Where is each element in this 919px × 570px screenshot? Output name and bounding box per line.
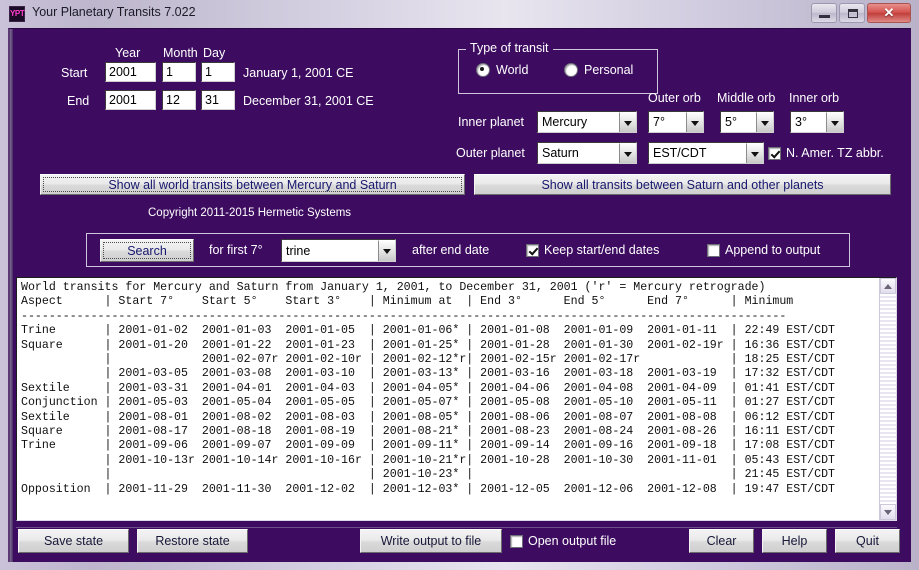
chevron-down-icon[interactable] xyxy=(686,112,703,132)
inner-planet-select[interactable]: Mercury xyxy=(537,111,637,133)
outer-planet-label: Outer planet xyxy=(456,146,525,160)
application-window: YPT Your Planetary Transits 7.022 ✕ Year… xyxy=(0,0,919,570)
scroll-down-icon[interactable] xyxy=(880,504,896,520)
start-date-text: January 1, 2001 CE xyxy=(243,66,354,80)
window-controls: ✕ xyxy=(811,3,911,23)
inner-orb-label: Inner orb xyxy=(789,91,840,105)
start-month-input[interactable] xyxy=(162,62,196,82)
help-button[interactable]: Help xyxy=(762,529,827,553)
inner-planet-label: Inner planet xyxy=(458,115,525,129)
show-world-transits-button[interactable]: Show all world transits between Mercury … xyxy=(40,174,465,195)
minimize-button[interactable] xyxy=(811,3,837,23)
inner-planet-value: Mercury xyxy=(542,115,588,129)
start-day-input[interactable] xyxy=(201,62,235,82)
end-month-input[interactable] xyxy=(162,90,196,110)
chevron-down-icon[interactable] xyxy=(619,112,636,132)
append-output-checkbox[interactable]: Append to output xyxy=(707,243,820,257)
middle-orb-label: Middle orb xyxy=(717,91,776,105)
tz-abbr-checkbox[interactable]: N. Amer. TZ abbr. xyxy=(768,146,884,160)
checkbox-icon xyxy=(510,534,523,548)
chevron-down-icon[interactable] xyxy=(756,112,773,132)
start-row-label: Start xyxy=(61,66,88,80)
append-output-label: Append to output xyxy=(725,243,821,257)
radio-world-icon xyxy=(476,63,490,77)
tz-abbr-label: N. Amer. TZ abbr. xyxy=(786,146,884,160)
search-aspect-value: trine xyxy=(286,243,311,258)
start-year-input[interactable] xyxy=(105,62,156,82)
clear-button[interactable]: Clear xyxy=(689,529,754,553)
end-row-label: End xyxy=(67,94,90,108)
client-area: Year Month Day Start January 1, 2001 CE … xyxy=(8,28,911,562)
chevron-down-icon[interactable] xyxy=(619,143,636,163)
show-other-planets-label: Show all transits between Saturn and oth… xyxy=(541,177,824,192)
chevron-down-icon[interactable] xyxy=(826,112,843,132)
restore-state-button[interactable]: Restore state xyxy=(137,529,248,553)
close-button[interactable]: ✕ xyxy=(867,3,911,23)
show-other-planets-button[interactable]: Show all transits between Saturn and oth… xyxy=(474,174,891,195)
window-title: Your Planetary Transits 7.022 xyxy=(32,5,196,19)
inner-orb-value: 3° xyxy=(795,115,807,129)
open-output-label: Open output file xyxy=(528,534,617,548)
inner-orb-select[interactable]: 3° xyxy=(790,111,844,133)
radio-personal[interactable]: Personal xyxy=(564,63,633,77)
search-button-label: Search xyxy=(127,243,167,258)
output-text: World transits for Mercury and Saturn fr… xyxy=(21,281,836,496)
chevron-down-icon[interactable] xyxy=(746,143,763,163)
year-column-label: Year xyxy=(115,46,141,60)
timezone-select[interactable]: EST/CDT xyxy=(648,142,764,164)
outer-planet-select[interactable]: Saturn xyxy=(537,142,637,164)
clear-label: Clear xyxy=(706,534,737,548)
radio-world[interactable]: World xyxy=(476,63,528,77)
copyright-text: Copyright 2011-2015 Hermetic Systems xyxy=(148,207,352,219)
middle-orb-select[interactable]: 5° xyxy=(720,111,774,133)
timezone-value: EST/CDT xyxy=(653,146,707,160)
transit-type-group: Type of transit World Personal xyxy=(458,41,658,94)
title-bar: YPT Your Planetary Transits 7.022 ✕ xyxy=(0,0,919,28)
radio-personal-label: Personal xyxy=(584,63,634,77)
radio-personal-icon xyxy=(564,63,578,77)
search-bar-group: Search for first 7° trine after end date… xyxy=(86,233,850,267)
month-column-label: Month xyxy=(163,46,198,60)
app-icon: YPT xyxy=(9,6,25,22)
restore-state-label: Restore state xyxy=(155,534,230,548)
chevron-down-icon[interactable] xyxy=(378,240,395,261)
help-label: Help xyxy=(781,534,808,548)
open-output-checkbox[interactable]: Open output file xyxy=(510,534,616,548)
middle-orb-value: 5° xyxy=(725,115,737,129)
keep-dates-label: Keep start/end dates xyxy=(544,243,660,257)
maximize-button[interactable] xyxy=(839,3,865,23)
end-year-input[interactable] xyxy=(105,90,156,110)
checkbox-icon xyxy=(526,243,539,257)
checkbox-icon xyxy=(707,243,720,257)
end-day-input[interactable] xyxy=(201,90,235,110)
outer-planet-value: Saturn xyxy=(542,146,579,160)
quit-button[interactable]: Quit xyxy=(835,529,900,553)
checkbox-icon xyxy=(768,146,781,160)
maximize-icon xyxy=(848,9,858,18)
radio-world-label: World xyxy=(496,63,529,77)
search-aspect-select[interactable]: trine xyxy=(281,239,396,262)
save-state-button[interactable]: Save state xyxy=(18,529,129,553)
scroll-up-icon[interactable] xyxy=(880,278,896,294)
output-vertical-scrollbar[interactable] xyxy=(879,278,896,520)
write-output-label: Write output to file xyxy=(380,534,482,548)
show-world-transits-label: Show all world transits between Mercury … xyxy=(108,177,397,192)
close-icon: ✕ xyxy=(883,5,895,20)
transit-type-group-title: Type of transit xyxy=(466,41,553,55)
quit-label: Quit xyxy=(856,534,879,548)
outer-orb-value: 7° xyxy=(653,115,665,129)
output-text-panel[interactable]: World transits for Mercury and Saturn fr… xyxy=(16,277,897,521)
search-for-first-label: for first 7° xyxy=(209,243,263,257)
outer-orb-select[interactable]: 7° xyxy=(648,111,704,133)
end-date-text: December 31, 2001 CE xyxy=(243,94,374,108)
search-button[interactable]: Search xyxy=(100,239,194,262)
footer-divider xyxy=(16,527,897,528)
outer-orb-label: Outer orb xyxy=(648,91,701,105)
save-state-label: Save state xyxy=(43,534,104,548)
search-after-end-date-label: after end date xyxy=(412,243,490,257)
day-column-label: Day xyxy=(203,46,226,60)
write-output-button[interactable]: Write output to file xyxy=(360,529,502,553)
minimize-icon xyxy=(819,15,830,18)
keep-dates-checkbox[interactable]: Keep start/end dates xyxy=(526,243,659,257)
